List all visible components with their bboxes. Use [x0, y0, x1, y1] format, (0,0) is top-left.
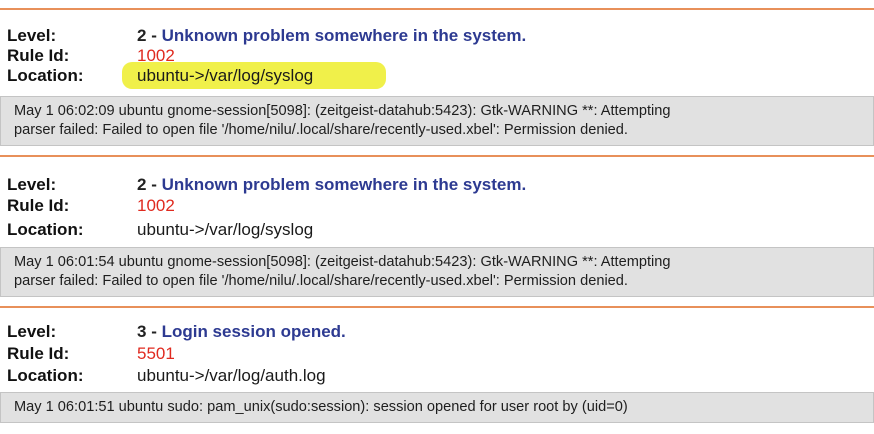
location-text: ubuntu->/var/log/syslog [137, 220, 314, 239]
location-label: Location: [7, 66, 84, 85]
level-row: Level: 2 - Unknown problem somewhere in … [0, 26, 874, 46]
log-line: parser failed: Failed to open file '/hom… [14, 273, 628, 289]
rule-id-label: Rule Id: [7, 196, 70, 215]
location-label: Location: [7, 366, 84, 385]
level-value: 3 - Login session opened. [137, 322, 346, 342]
location-value: ubuntu->/var/log/syslog [137, 66, 313, 86]
location-row: Location: ubuntu->/var/log/syslog [0, 62, 874, 89]
alert-separator [0, 155, 874, 157]
location-label: Location: [7, 220, 84, 239]
location-text: ubuntu->/var/log/auth.log [137, 366, 326, 385]
rule-id-value[interactable]: 1002 [137, 196, 175, 216]
level-separator: - [146, 322, 162, 341]
level-description-link[interactable]: Login session opened. [162, 322, 346, 341]
alert-separator [0, 8, 874, 10]
location-row: Location: ubuntu->/var/log/auth.log [0, 366, 874, 386]
level-separator: - [146, 26, 162, 45]
log-line: May 1 06:01:54 ubuntu gnome-session[5098… [14, 254, 671, 270]
log-message-box: May 1 06:02:09 ubuntu gnome-session[5098… [0, 96, 874, 146]
log-message-box: May 1 06:01:51 ubuntu sudo: pam_unix(sud… [0, 392, 874, 423]
log-line: May 1 06:01:51 ubuntu sudo: pam_unix(sud… [14, 399, 628, 415]
level-value: 2 - Unknown problem somewhere in the sys… [137, 26, 526, 46]
level-row: Level: 3 - Login session opened. [0, 322, 874, 342]
location-text: ubuntu->/var/log/syslog [137, 66, 314, 85]
rule-id-value[interactable]: 5501 [137, 344, 175, 364]
level-row: Level: 2 - Unknown problem somewhere in … [0, 175, 874, 195]
level-label: Level: [7, 26, 57, 45]
rule-id-row: Rule Id: 1002 [0, 196, 874, 216]
log-message-box: May 1 06:01:54 ubuntu gnome-session[5098… [0, 247, 874, 297]
level-separator: - [146, 175, 162, 194]
level-description-link[interactable]: Unknown problem somewhere in the system. [162, 26, 527, 45]
log-line: parser failed: Failed to open file '/hom… [14, 122, 628, 138]
level-label: Level: [7, 322, 57, 341]
rule-id-label: Rule Id: [7, 46, 70, 65]
level-label: Level: [7, 175, 57, 194]
alert-separator [0, 306, 874, 308]
location-value: ubuntu->/var/log/auth.log [137, 366, 326, 386]
level-description-link[interactable]: Unknown problem somewhere in the system. [162, 175, 527, 194]
location-row: Location: ubuntu->/var/log/syslog [0, 220, 874, 240]
alert-log-view: Level: 2 - Unknown problem somewhere in … [0, 0, 874, 434]
level-value: 2 - Unknown problem somewhere in the sys… [137, 175, 526, 195]
log-line: May 1 06:02:09 ubuntu gnome-session[5098… [14, 103, 671, 119]
rule-id-row: Rule Id: 5501 [0, 344, 874, 364]
location-value: ubuntu->/var/log/syslog [137, 220, 313, 240]
rule-id-label: Rule Id: [7, 344, 70, 363]
